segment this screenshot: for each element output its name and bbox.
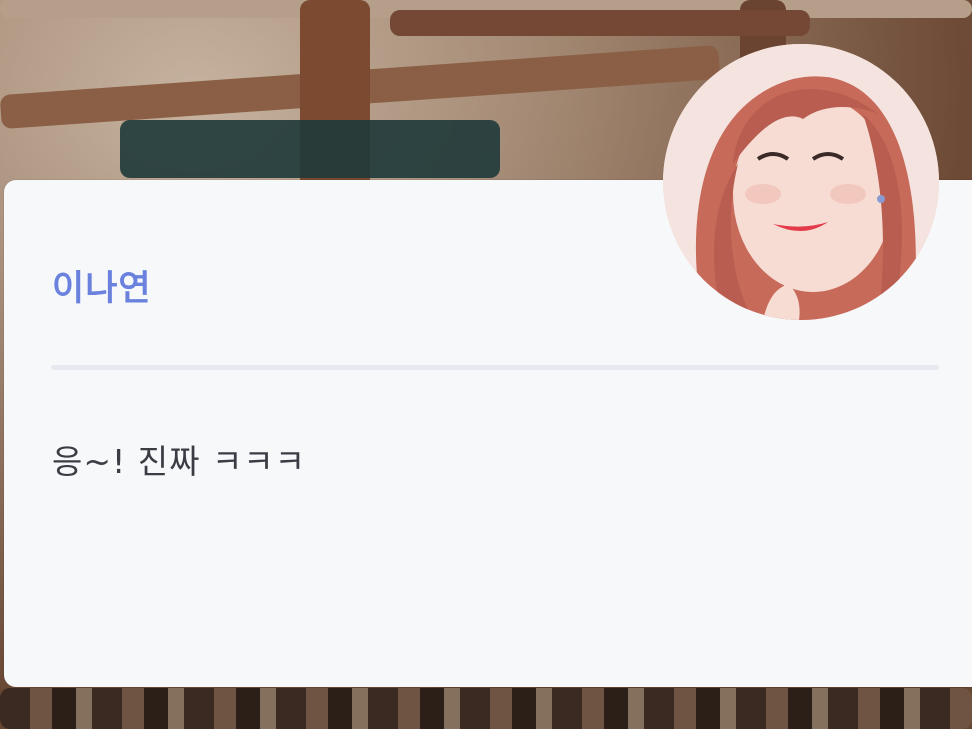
- chat-screen: 이나연 응~! 진짜 ㅋㅋㅋ: [0, 0, 972, 729]
- divider: [51, 365, 939, 370]
- profile-photo-icon: [663, 44, 939, 320]
- message-text: 응~! 진짜 ㅋㅋㅋ: [52, 442, 307, 481]
- avatar[interactable]: [663, 44, 939, 320]
- sender-name: 이나연: [52, 269, 152, 309]
